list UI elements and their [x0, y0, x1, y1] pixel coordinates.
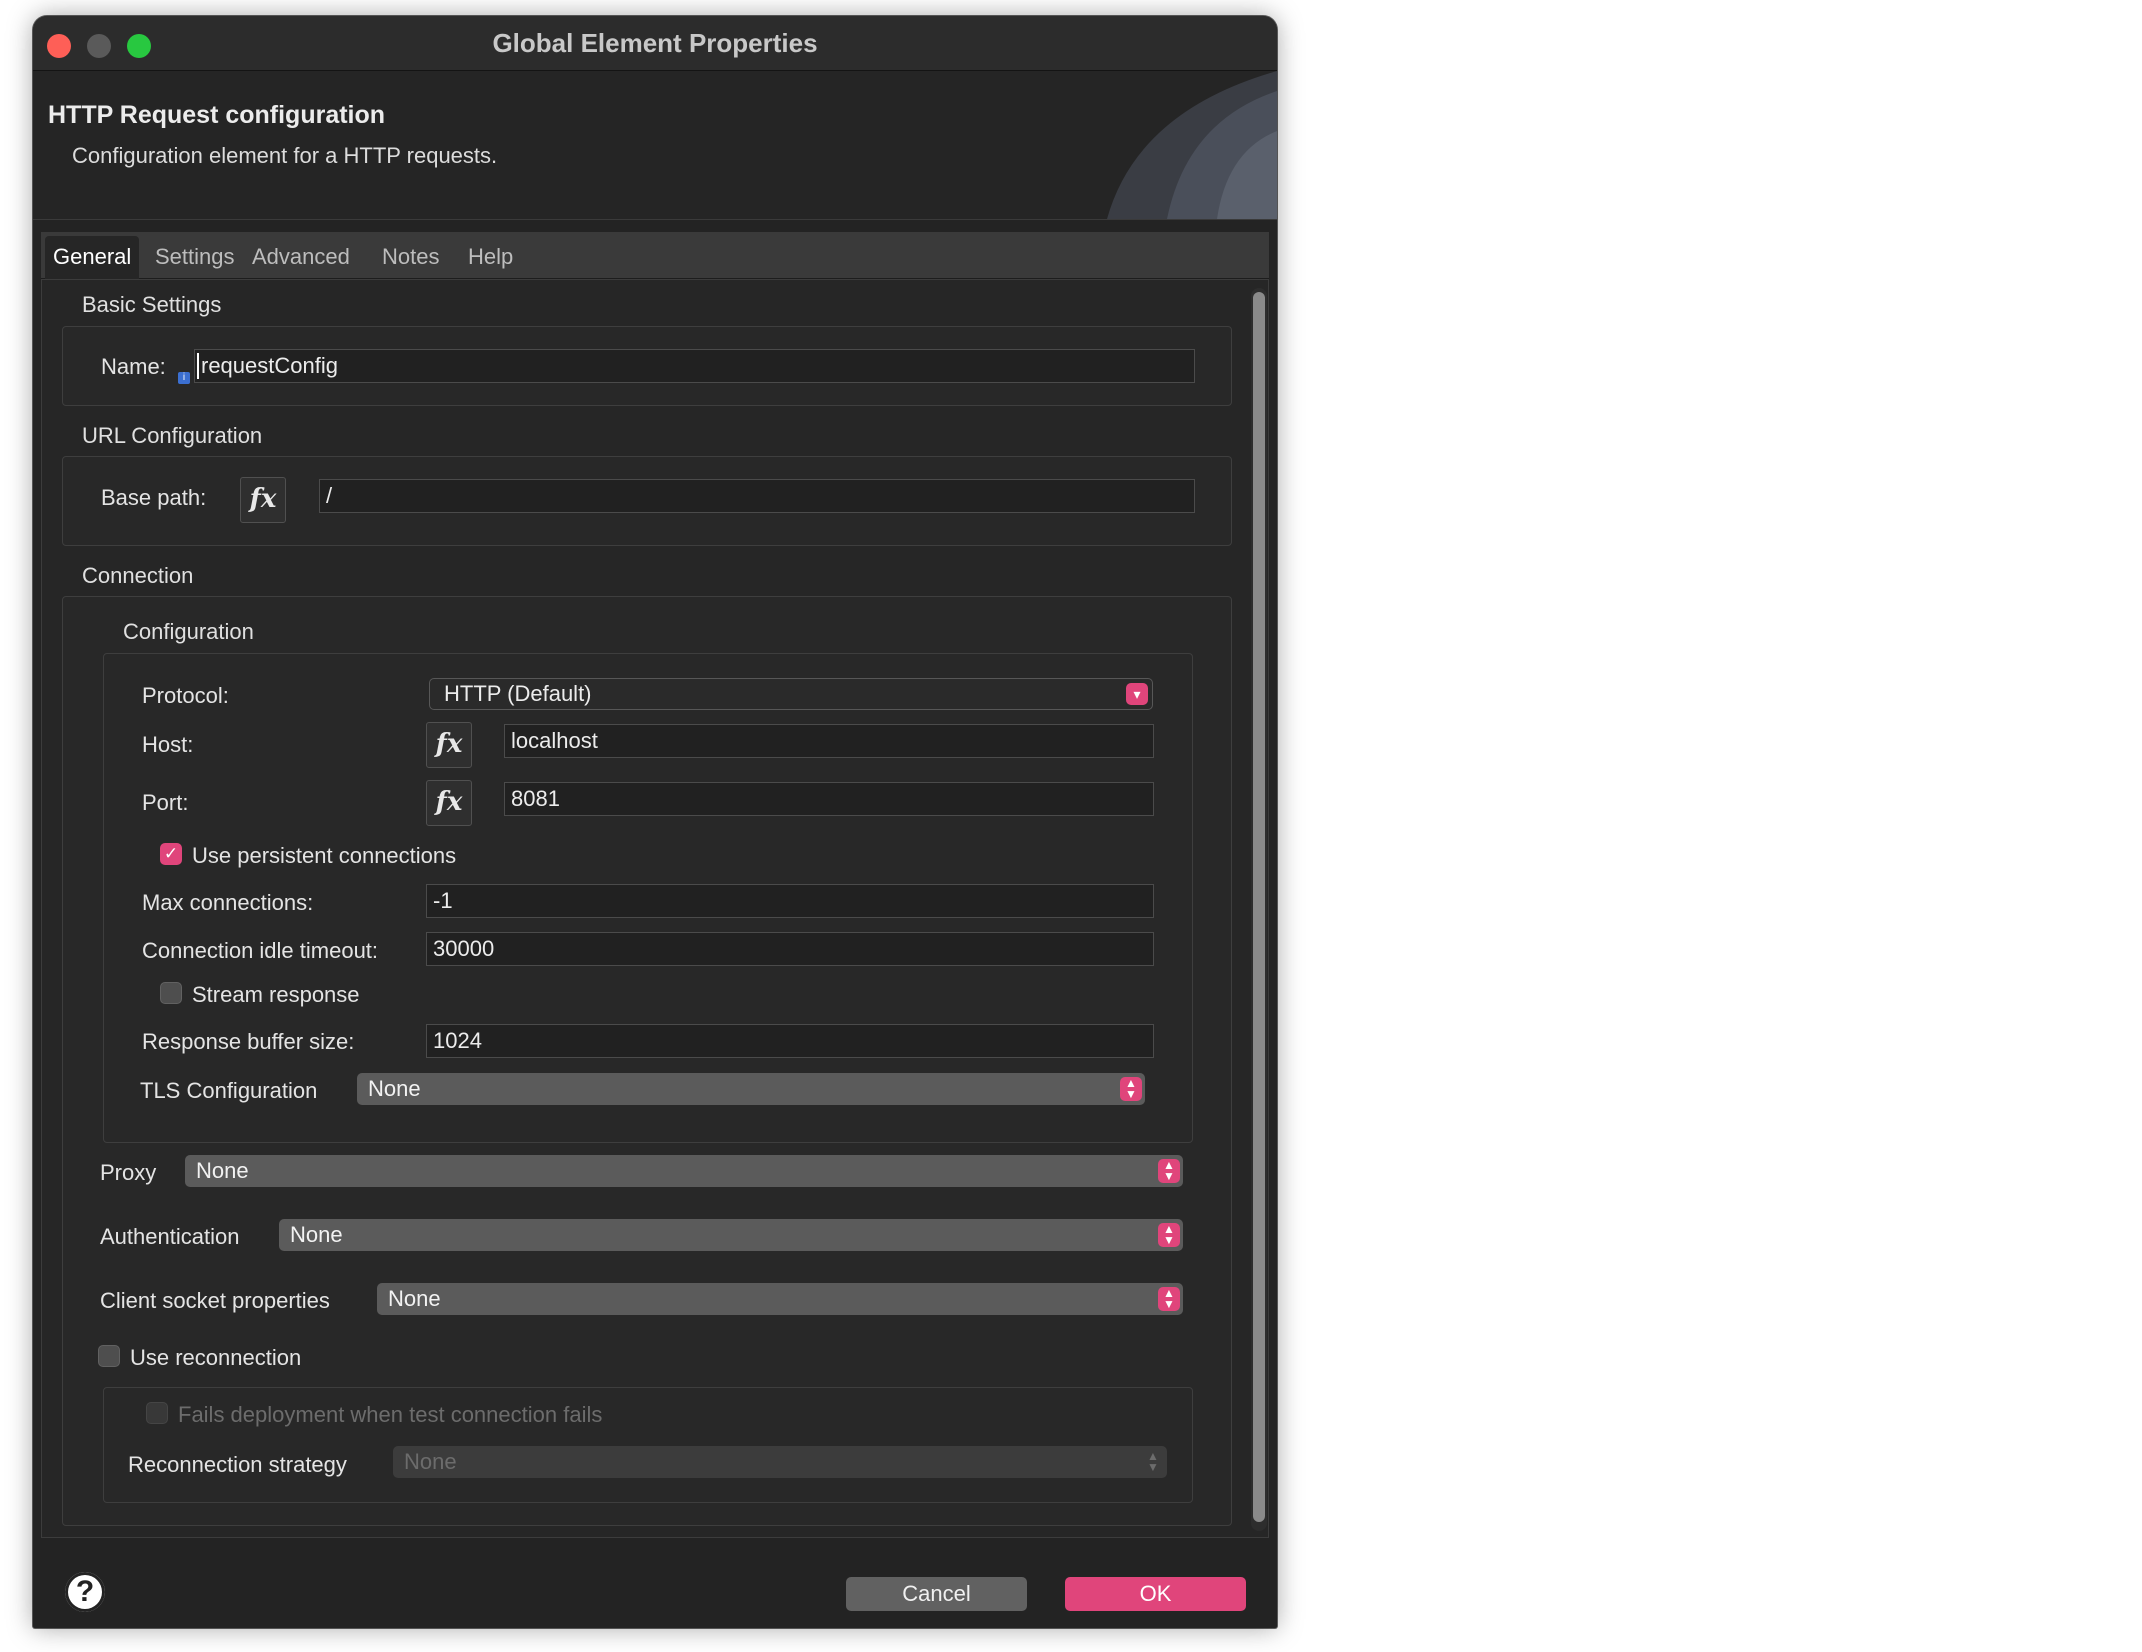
stream-response-checkbox[interactable] — [160, 982, 182, 1004]
global-element-properties-dialog: Global Element Properties HTTP Request c… — [33, 16, 1277, 1628]
authentication-label: Authentication — [100, 1224, 240, 1249]
fails-deployment-label: Fails deployment when test connection fa… — [178, 1402, 603, 1427]
tls-configuration-label: TLS Configuration — [140, 1078, 318, 1103]
max-connections-label: Max connections: — [142, 890, 314, 915]
reconnection-group: Fails deployment when test connection fa… — [103, 1387, 1193, 1503]
general-tab-content: Basic Settings Name: i requestConfig URL… — [41, 279, 1269, 1538]
cancel-button[interactable]: Cancel — [846, 1577, 1027, 1611]
tab-bar: General Settings Advanced Notes Help — [41, 232, 1269, 280]
connection-label: Connection — [82, 563, 194, 588]
port-label: Port: — [142, 790, 189, 815]
response-buffer-size-label: Response buffer size: — [142, 1029, 355, 1054]
banner-graphic — [1107, 71, 1277, 219]
configuration-group: Protocol: HTTP (Default) ▾ Host: fx loca… — [103, 653, 1193, 1143]
persistent-connections-checkbox[interactable]: ✓ — [160, 843, 182, 865]
base-path-input[interactable]: / — [319, 479, 1195, 513]
use-reconnection-label: Use reconnection — [130, 1345, 302, 1370]
text-cursor — [197, 353, 199, 379]
client-socket-properties-value: None — [388, 1286, 441, 1311]
tls-configuration-value: None — [368, 1076, 421, 1101]
tab-settings[interactable]: Settings — [149, 240, 241, 274]
configuration-label: Configuration — [123, 619, 254, 644]
port-input[interactable]: 8081 — [504, 782, 1154, 816]
authentication-value: None — [290, 1222, 343, 1247]
vertical-scrollbar[interactable] — [1251, 288, 1267, 1531]
connection-idle-timeout-label: Connection idle timeout: — [142, 938, 379, 963]
host-input[interactable]: localhost — [504, 724, 1154, 758]
proxy-value: None — [196, 1158, 249, 1183]
stepper-arrows-icon: ▲ ▼ — [1158, 1223, 1180, 1247]
connection-group: Configuration Protocol: HTTP (Default) ▾… — [62, 596, 1232, 1526]
basic-settings-group: Name: i requestConfig — [62, 326, 1232, 406]
info-icon: i — [178, 372, 190, 384]
chevron-down-icon: ▾ — [1126, 683, 1148, 705]
stepper-arrows-icon: ▲ ▼ — [1158, 1159, 1180, 1183]
title-bar: Global Element Properties — [33, 16, 1277, 71]
url-configuration-label: URL Configuration — [82, 423, 263, 448]
ok-button[interactable]: OK — [1065, 1577, 1246, 1611]
client-socket-properties-select[interactable]: None ▲ ▼ — [377, 1283, 1183, 1315]
basic-settings-label: Basic Settings — [82, 292, 222, 317]
reconnection-strategy-label: Reconnection strategy — [128, 1452, 347, 1477]
host-label: Host: — [142, 732, 194, 757]
tab-general[interactable]: General — [45, 236, 140, 280]
help-icon[interactable]: ? — [65, 1572, 105, 1612]
persistent-connections-label: Use persistent connections — [192, 843, 457, 868]
protocol-label: Protocol: — [142, 683, 229, 708]
fx-expression-icon[interactable]: fx — [240, 477, 286, 523]
scrollbar-thumb[interactable] — [1253, 292, 1265, 1522]
stepper-arrows-icon: ▲ ▼ — [1147, 1449, 1159, 1474]
dialog-header: HTTP Request configuration Configuration… — [33, 71, 1277, 220]
header-title: HTTP Request configuration — [48, 101, 386, 129]
base-path-label: Base path: — [101, 485, 207, 510]
header-description: Configuration element for a HTTP request… — [72, 143, 498, 168]
tls-configuration-select[interactable]: None ▲ ▼ — [357, 1073, 1145, 1105]
name-label: Name: — [101, 354, 166, 379]
tab-advanced[interactable]: Advanced — [246, 240, 356, 274]
fx-expression-icon[interactable]: fx — [426, 722, 472, 768]
window-title: Global Element Properties — [492, 28, 818, 58]
url-configuration-group: Base path: fx / — [62, 456, 1232, 546]
client-socket-properties-label: Client socket properties — [100, 1288, 330, 1313]
protocol-dropdown[interactable]: HTTP (Default) ▾ — [429, 678, 1153, 710]
tab-notes[interactable]: Notes — [376, 240, 445, 274]
response-buffer-size-input[interactable]: 1024 — [426, 1024, 1154, 1058]
authentication-select[interactable]: None ▲ ▼ — [279, 1219, 1183, 1251]
fx-expression-icon[interactable]: fx — [426, 780, 472, 826]
proxy-select[interactable]: None ▲ ▼ — [185, 1155, 1183, 1187]
name-input[interactable]: requestConfig — [194, 349, 1195, 383]
tab-help[interactable]: Help — [462, 240, 519, 274]
proxy-label: Proxy — [100, 1160, 157, 1185]
reconnection-strategy-value: None — [404, 1449, 457, 1474]
reconnection-strategy-select[interactable]: None ▲ ▼ — [393, 1446, 1167, 1478]
stepper-arrows-icon: ▲ ▼ — [1120, 1077, 1142, 1101]
max-connections-input[interactable]: -1 — [426, 884, 1154, 918]
protocol-value: HTTP (Default) — [444, 681, 592, 706]
fails-deployment-checkbox[interactable] — [146, 1402, 168, 1424]
stream-response-label: Stream response — [192, 982, 360, 1007]
use-reconnection-checkbox[interactable] — [98, 1345, 120, 1367]
connection-idle-timeout-input[interactable]: 30000 — [426, 932, 1154, 966]
stepper-arrows-icon: ▲ ▼ — [1158, 1287, 1180, 1311]
